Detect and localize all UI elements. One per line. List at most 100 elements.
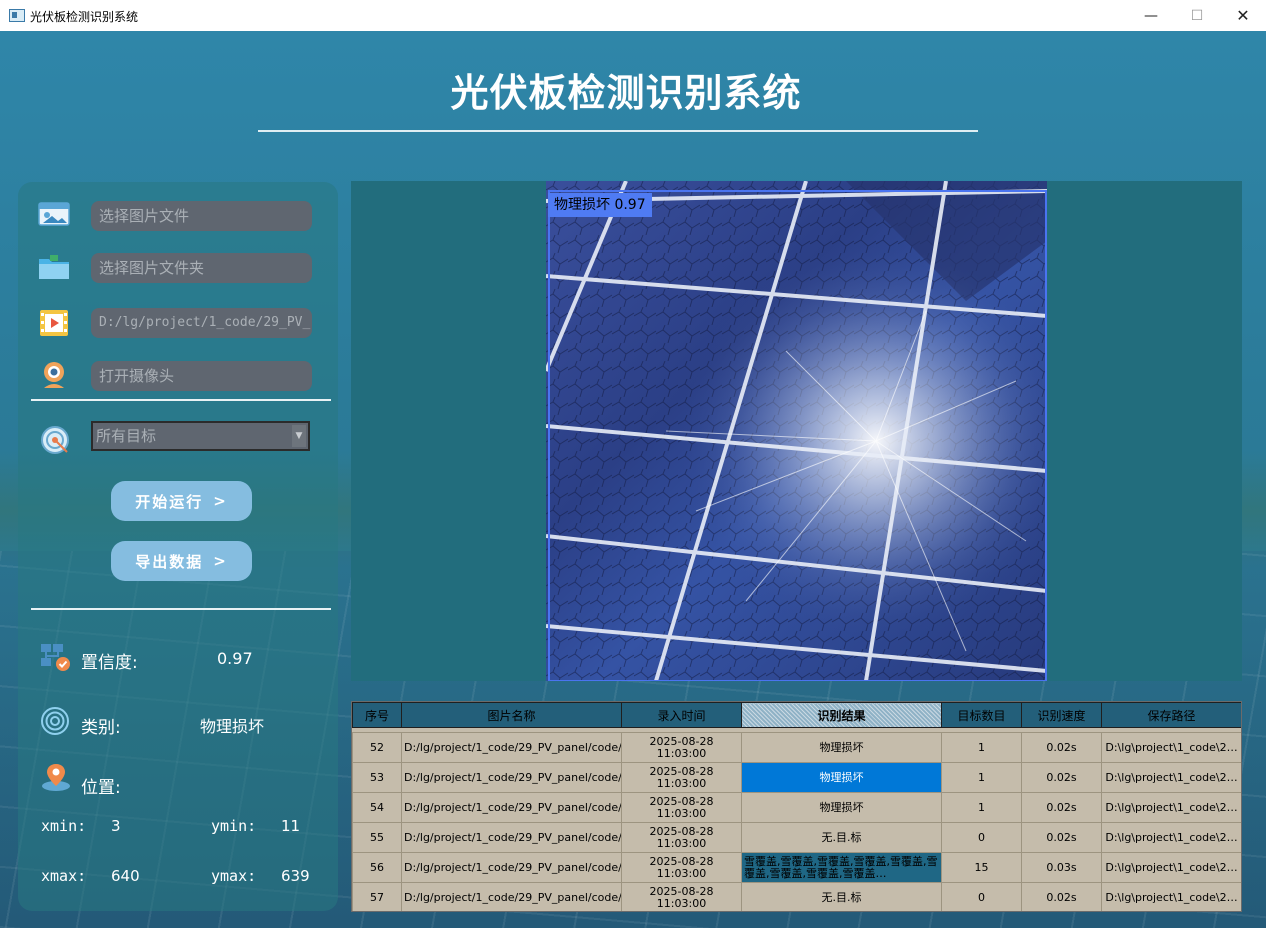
page-title: 光伏板检测识别系统 xyxy=(450,71,802,115)
col-header-index[interactable]: 序号 xyxy=(352,702,402,728)
camera-icon[interactable] xyxy=(37,360,71,390)
table-row[interactable]: 57 D:/lg/project/1_code/29_PV_panel/code… xyxy=(352,882,1241,911)
detection-class: 物理损坏 xyxy=(554,197,610,213)
folder-icon[interactable] xyxy=(37,252,71,282)
detection-score: 0.97 xyxy=(614,197,646,213)
cell-path[interactable]: D:\lg\project\1_code\2… xyxy=(1101,792,1241,823)
cell-path[interactable]: D:\lg\project\1_code\2… xyxy=(1101,732,1241,763)
class-icon xyxy=(41,707,69,735)
window-titlebar: 光伏板检测识别系统 — ☐ ✕ xyxy=(0,0,1266,32)
minimize-button[interactable]: — xyxy=(1128,0,1174,31)
col-header-speed[interactable]: 识别速度 xyxy=(1021,702,1102,728)
cell-result[interactable]: 雪覆盖,雪覆盖,雪覆盖,雪覆盖,雪覆盖,雪覆盖,雪覆盖,雪覆盖,雪覆盖… xyxy=(741,852,942,883)
image-file-icon[interactable] xyxy=(37,199,71,229)
cell-time[interactable]: 2025-08-28 11:03:00 xyxy=(621,852,742,883)
confidence-value: 0.97 xyxy=(217,649,253,668)
cell-name[interactable]: D:/lg/project/1_code/29_PV_panel/code/co… xyxy=(401,732,622,763)
cell-path[interactable]: D:\lg\project\1_code\2… xyxy=(1101,822,1241,853)
cell-time[interactable]: 2025-08-28 11:03:00 xyxy=(621,732,742,763)
ymax-label: ymax: xyxy=(211,867,257,885)
maximize-button[interactable]: ☐ xyxy=(1174,0,1220,31)
cell-count[interactable]: 1 xyxy=(941,762,1022,793)
chevron-right-icon: > xyxy=(213,492,228,510)
col-header-name[interactable]: 图片名称 xyxy=(401,702,622,728)
col-header-result[interactable]: 识别结果 xyxy=(741,702,942,728)
col-header-time[interactable]: 录入时间 xyxy=(621,702,742,728)
cell-time[interactable]: 2025-08-28 11:03:00 xyxy=(621,792,742,823)
cell-path[interactable]: D:\lg\project\1_code\2… xyxy=(1101,762,1241,793)
cell-speed[interactable]: 0.02s xyxy=(1021,822,1102,853)
xmin-value: 3 xyxy=(111,817,121,835)
target-select[interactable]: 所有目标 ▼ xyxy=(91,421,310,451)
class-value: 物理损坏 xyxy=(200,717,265,736)
panel-divider-2 xyxy=(31,608,331,610)
confidence-label: 置信度: xyxy=(81,653,138,673)
table-row[interactable]: 56 D:/lg/project/1_code/29_PV_panel/code… xyxy=(352,852,1241,883)
cell-time[interactable]: 2025-08-28 11:03:00 xyxy=(621,822,742,853)
cell-index[interactable]: 52 xyxy=(352,732,402,763)
cell-result[interactable]: 物理损坏 xyxy=(741,732,942,763)
camera-input[interactable]: 打开摄像头 xyxy=(91,361,312,391)
video-file-icon[interactable] xyxy=(37,308,71,338)
cell-speed[interactable]: 0.02s xyxy=(1021,792,1102,823)
cell-result[interactable]: 无.目.标 xyxy=(741,822,942,853)
export-button-label: 导出数据 xyxy=(135,552,204,571)
cell-count[interactable]: 0 xyxy=(941,882,1022,911)
panel-divider-1 xyxy=(31,399,331,401)
video-path-input[interactable]: D:/lg/project/1_code/29_PV_ xyxy=(91,308,312,338)
cell-name[interactable]: D:/lg/project/1_code/29_PV_panel/code/co… xyxy=(401,882,622,911)
cell-index[interactable]: 56 xyxy=(352,852,402,883)
title-divider xyxy=(258,130,978,132)
close-button[interactable]: ✕ xyxy=(1220,0,1266,31)
app-icon xyxy=(9,9,25,22)
cell-index[interactable]: 57 xyxy=(352,882,402,911)
cell-path[interactable]: D:\lg\project\1_code\2… xyxy=(1101,852,1241,883)
result-display: 物理损坏 0.97 xyxy=(351,181,1242,681)
chevron-right-icon: > xyxy=(213,552,228,570)
cell-count[interactable]: 0 xyxy=(941,822,1022,853)
ymin-value: 11 xyxy=(281,817,301,835)
table-row[interactable]: 54 D:/lg/project/1_code/29_PV_panel/code… xyxy=(352,792,1241,823)
image-file-input[interactable]: 选择图片文件 xyxy=(91,201,312,231)
detection-label: 物理损坏 0.97 xyxy=(548,193,652,217)
cell-count[interactable]: 1 xyxy=(941,732,1022,763)
cell-speed[interactable]: 0.02s xyxy=(1021,762,1102,793)
cell-name[interactable]: D:/lg/project/1_code/29_PV_panel/code/co… xyxy=(401,822,622,853)
run-button[interactable]: 开始运行 > xyxy=(111,481,252,521)
cell-time[interactable]: 2025-08-28 11:03:00 xyxy=(621,882,742,911)
ymax-value: 639 xyxy=(281,867,310,885)
cell-result-selected[interactable]: 物理损坏 xyxy=(741,762,942,793)
window-title: 光伏板检测识别系统 xyxy=(30,10,139,24)
image-folder-input[interactable]: 选择图片文件夹 xyxy=(91,253,312,283)
cell-path[interactable]: D:\lg\project\1_code\2… xyxy=(1101,882,1241,911)
cell-speed[interactable]: 0.03s xyxy=(1021,852,1102,883)
cell-time[interactable]: 2025-08-28 11:03:00 xyxy=(621,762,742,793)
table-row[interactable]: 55 D:/lg/project/1_code/29_PV_panel/code… xyxy=(352,822,1241,853)
position-label: 位置: xyxy=(81,778,121,798)
cell-count[interactable]: 15 xyxy=(941,852,1022,883)
cell-result[interactable]: 无.目.标 xyxy=(741,882,942,911)
cell-name[interactable]: D:/lg/project/1_code/29_PV_panel/code/co… xyxy=(401,852,622,883)
confidence-icon xyxy=(41,644,70,671)
target-icon xyxy=(41,426,69,454)
results-table[interactable]: 序号 图片名称 录入时间 识别结果 目标数目 识别速度 保存路径 52 D:/l… xyxy=(351,701,1242,912)
cell-index[interactable]: 54 xyxy=(352,792,402,823)
cell-speed[interactable]: 0.02s xyxy=(1021,882,1102,911)
run-button-label: 开始运行 xyxy=(135,492,204,511)
cell-name[interactable]: D:/lg/project/1_code/29_PV_panel/code/co… xyxy=(401,762,622,793)
ymin-label: ymin: xyxy=(211,817,257,835)
cell-result[interactable]: 物理损坏 xyxy=(741,792,942,823)
chevron-down-icon[interactable]: ▼ xyxy=(292,425,306,447)
cell-count[interactable]: 1 xyxy=(941,792,1022,823)
xmax-value: 640 xyxy=(111,867,140,885)
cell-index[interactable]: 53 xyxy=(352,762,402,793)
xmax-label: xmax: xyxy=(41,867,87,885)
cell-speed[interactable]: 0.02s xyxy=(1021,732,1102,763)
export-button[interactable]: 导出数据 > xyxy=(111,541,252,581)
col-header-path[interactable]: 保存路径 xyxy=(1101,702,1241,728)
col-header-count[interactable]: 目标数目 xyxy=(941,702,1022,728)
cell-index[interactable]: 55 xyxy=(352,822,402,853)
table-row[interactable]: 52 D:/lg/project/1_code/29_PV_panel/code… xyxy=(352,732,1241,763)
table-row[interactable]: 53 D:/lg/project/1_code/29_PV_panel/code… xyxy=(352,762,1241,793)
cell-name[interactable]: D:/lg/project/1_code/29_PV_panel/code/co… xyxy=(401,792,622,823)
